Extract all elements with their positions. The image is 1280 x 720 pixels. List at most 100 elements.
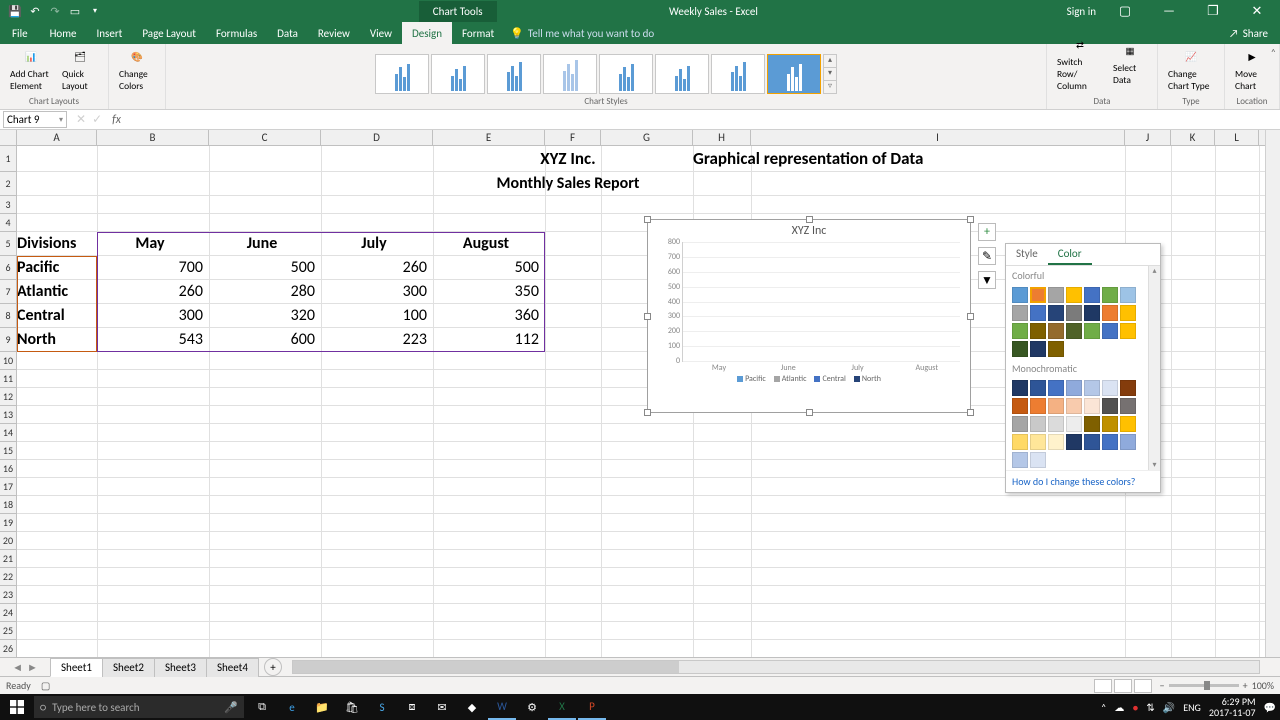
color-swatch[interactable] — [1048, 398, 1064, 414]
tab-file[interactable]: File — [0, 22, 40, 44]
legend-Pacific[interactable]: Pacific — [737, 374, 766, 384]
color-swatch[interactable] — [1102, 398, 1118, 414]
color-swatch[interactable] — [1084, 323, 1100, 339]
select-all-corner[interactable] — [0, 130, 17, 146]
color-swatch[interactable] — [1012, 380, 1028, 396]
col-header-C[interactable]: C — [209, 130, 321, 145]
action-center-icon[interactable]: 💬 — [1264, 701, 1276, 714]
color-swatch[interactable] — [1030, 398, 1046, 414]
minimize-button[interactable]: — — [1154, 4, 1184, 19]
chart-title[interactable]: XYZ Inc — [648, 224, 970, 238]
sheet-tab-Sheet3[interactable]: Sheet3 — [154, 658, 207, 677]
col-header-J[interactable]: J — [1125, 130, 1171, 145]
color-swatch[interactable] — [1102, 323, 1118, 339]
chart-style-8[interactable] — [767, 54, 821, 94]
tab-home[interactable]: Home — [40, 22, 87, 44]
color-swatch[interactable] — [1066, 323, 1082, 339]
color-swatch[interactable] — [1012, 305, 1028, 321]
maximize-button[interactable]: ❐ — [1198, 4, 1228, 19]
redo-icon[interactable]: ↷ — [48, 4, 62, 18]
color-swatch[interactable] — [1012, 398, 1028, 414]
add-chart-element-button[interactable]: 📊Add Chart Element — [6, 45, 56, 94]
tray-chevron-icon[interactable]: ˄ — [1101, 701, 1106, 714]
picker-scroll-up[interactable]: ▴ — [1149, 266, 1160, 276]
picker-tab-style[interactable]: Style — [1006, 244, 1048, 265]
color-swatch[interactable] — [1102, 416, 1118, 432]
row-header-7[interactable]: 7 — [0, 280, 17, 304]
color-swatch[interactable] — [1048, 380, 1064, 396]
close-button[interactable]: ✕ — [1242, 4, 1272, 19]
row-header-20[interactable]: 20 — [0, 532, 17, 550]
zoom-in-button[interactable]: + — [1243, 679, 1248, 692]
excel-icon[interactable]: X — [548, 694, 576, 720]
color-swatch[interactable] — [1084, 434, 1100, 450]
color-swatch[interactable] — [1102, 380, 1118, 396]
clock[interactable]: 6:29 PM2017-11-07 — [1209, 696, 1256, 718]
sign-in-link[interactable]: Sign in — [1067, 5, 1096, 18]
color-swatch[interactable] — [1012, 323, 1028, 339]
color-swatch[interactable] — [1102, 305, 1118, 321]
store-icon[interactable]: 🛍 — [338, 694, 366, 720]
color-swatch[interactable] — [1066, 398, 1082, 414]
row-header-26[interactable]: 26 — [0, 640, 17, 657]
col-header-D[interactable]: D — [321, 130, 433, 145]
row-header-13[interactable]: 13 — [0, 406, 17, 424]
fx-icon[interactable]: fx — [108, 113, 125, 127]
color-swatch[interactable] — [1066, 434, 1082, 450]
collapse-ribbon-icon[interactable]: ˄ — [1271, 46, 1276, 59]
dropbox-icon[interactable]: ⧈ — [398, 694, 426, 720]
chart-style-6[interactable] — [655, 54, 709, 94]
color-swatch[interactable] — [1102, 434, 1118, 450]
quick-layout-button[interactable]: 🗂Quick Layout — [58, 45, 102, 94]
enter-formula-icon[interactable]: ✓ — [92, 112, 102, 127]
zoom-out-button[interactable]: − — [1160, 679, 1165, 692]
row-header-11[interactable]: 11 — [0, 370, 17, 388]
sheet-tab-Sheet4[interactable]: Sheet4 — [206, 658, 259, 677]
word-icon[interactable]: W — [488, 694, 516, 720]
save-icon[interactable]: 💾 — [8, 4, 22, 18]
col-header-L[interactable]: L — [1215, 130, 1259, 145]
row-header-25[interactable]: 25 — [0, 622, 17, 640]
legend-Atlantic[interactable]: Atlantic — [774, 374, 807, 384]
vertical-scrollbar[interactable] — [1265, 130, 1280, 657]
add-sheet-button[interactable]: + — [264, 658, 282, 676]
row-header-4[interactable]: 4 — [0, 214, 17, 232]
style-gallery-more[interactable]: ▿ — [824, 80, 836, 93]
qat-customize-icon[interactable]: ▾ — [88, 4, 102, 18]
chart-styles-button[interactable]: ✎ — [978, 247, 996, 265]
chart-elements-button[interactable]: + — [978, 223, 996, 241]
row-header-21[interactable]: 21 — [0, 550, 17, 568]
col-header-G[interactable]: G — [601, 130, 693, 145]
col-header-E[interactable]: E — [433, 130, 545, 145]
color-swatch[interactable] — [1048, 416, 1064, 432]
change-chart-type-button[interactable]: 📈Change Chart Type — [1164, 45, 1218, 94]
view-page-break-button[interactable] — [1134, 679, 1152, 693]
tell-me-search[interactable]: 💡Tell me what you want to do — [510, 22, 654, 44]
skype-icon[interactable]: S — [368, 694, 396, 720]
red-circle-icon[interactable]: ● — [1132, 701, 1138, 714]
language-indicator[interactable]: ENG — [1183, 701, 1201, 714]
color-swatch[interactable] — [1120, 434, 1136, 450]
title-graphical[interactable]: Graphical representation of Data — [693, 146, 1259, 172]
app-icon[interactable]: ◆ — [458, 694, 486, 720]
color-swatch[interactable] — [1030, 341, 1046, 357]
color-swatch[interactable] — [1066, 305, 1082, 321]
color-swatch[interactable] — [1120, 323, 1136, 339]
color-swatch[interactable] — [1030, 452, 1046, 468]
settings-icon[interactable]: ⚙ — [518, 694, 546, 720]
row-header-9[interactable]: 9 — [0, 328, 17, 352]
color-swatch[interactable] — [1084, 398, 1100, 414]
color-swatch[interactable] — [1012, 416, 1028, 432]
row-header-10[interactable]: 10 — [0, 352, 17, 370]
picker-scroll-down[interactable]: ▾ — [1149, 460, 1160, 470]
taskbar-search[interactable]: ○Type here to search🎤 — [34, 696, 244, 718]
chart-style-2[interactable] — [431, 54, 485, 94]
color-swatch[interactable] — [1120, 398, 1136, 414]
color-swatch[interactable] — [1030, 305, 1046, 321]
tab-insert[interactable]: Insert — [87, 22, 133, 44]
mail-icon[interactable]: ✉ — [428, 694, 456, 720]
chart-style-5[interactable] — [599, 54, 653, 94]
style-gallery-up[interactable]: ▴ — [824, 55, 836, 67]
worksheet[interactable]: ABCDEFGHIJKL 123456789101112131415161718… — [0, 130, 1280, 657]
touch-mode-icon[interactable]: ▭ — [68, 4, 82, 18]
